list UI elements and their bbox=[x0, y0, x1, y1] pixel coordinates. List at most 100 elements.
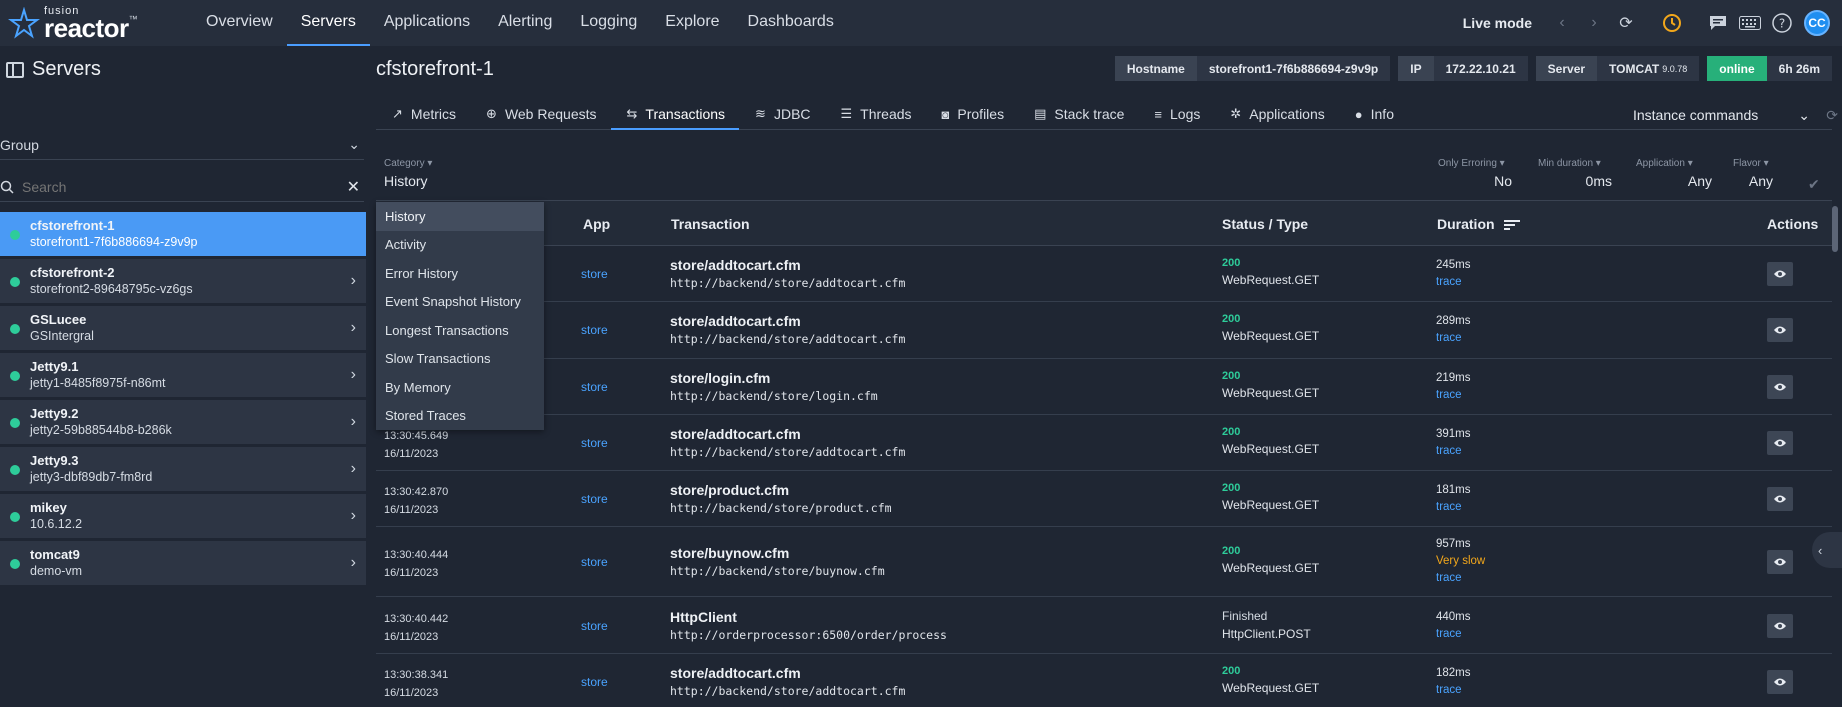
trace-link[interactable]: trace bbox=[1436, 499, 1471, 516]
trace-link[interactable]: trace bbox=[1436, 626, 1471, 643]
server-item[interactable]: Jetty9.3 jetty3-dbf89db7-fm8rd › bbox=[0, 447, 366, 491]
tab-metrics[interactable]: ↗ Metrics bbox=[376, 100, 470, 130]
dropdown-option[interactable]: Activity bbox=[376, 231, 544, 260]
transaction-name[interactable]: store/login.cfm bbox=[670, 370, 878, 386]
dropdown-option[interactable]: Slow Transactions bbox=[376, 345, 544, 374]
instance-commands[interactable]: Instance commands ⌄ bbox=[1633, 100, 1810, 130]
view-button[interactable] bbox=[1767, 262, 1793, 287]
application-filter[interactable]: Application ▾ Any bbox=[1636, 158, 1712, 189]
app-link[interactable]: store bbox=[581, 323, 608, 337]
tab-jdbc[interactable]: ≋ JDBC bbox=[739, 100, 824, 130]
transaction-name[interactable]: store/buynow.cfm bbox=[670, 545, 885, 561]
tab-stack-trace[interactable]: ▤ Stack trace bbox=[1018, 100, 1138, 130]
column-transaction[interactable]: Transaction bbox=[671, 216, 750, 232]
transaction-name[interactable]: store/addtocart.cfm bbox=[670, 665, 905, 681]
nav-alerting[interactable]: Alerting bbox=[484, 0, 566, 46]
nav-applications[interactable]: Applications bbox=[370, 0, 484, 46]
trace-link[interactable]: trace bbox=[1436, 387, 1471, 404]
chat-icon[interactable] bbox=[1702, 7, 1734, 39]
app-link[interactable]: store bbox=[581, 555, 608, 569]
trace-link[interactable]: trace bbox=[1436, 274, 1471, 291]
column-status[interactable]: Status / Type bbox=[1222, 216, 1308, 232]
sort-desc-icon[interactable] bbox=[1504, 219, 1521, 231]
table-row[interactable]: 13:30:38.341 16/11/2023 store store/addtoca… bbox=[376, 654, 1832, 707]
trace-link[interactable]: trace bbox=[1436, 330, 1471, 347]
tab-web-requests[interactable]: ⊕ Web Requests bbox=[470, 100, 610, 130]
nav-servers[interactable]: Servers bbox=[286, 0, 370, 46]
trace-link[interactable]: trace bbox=[1436, 443, 1471, 460]
min-duration-filter[interactable]: Min duration ▾ 0ms bbox=[1538, 158, 1612, 189]
tab-applications[interactable]: ✲ Applications bbox=[1214, 100, 1338, 130]
chevron-right-icon[interactable]: › bbox=[1578, 7, 1610, 39]
chevron-left-icon[interactable]: ‹ bbox=[1546, 7, 1578, 39]
transaction-name[interactable]: HttpClient bbox=[670, 609, 947, 625]
category-filter[interactable]: Category ▾ History bbox=[384, 158, 432, 189]
table-row[interactable]: store store/login.cfm http://backend/store… bbox=[376, 359, 1832, 415]
table-row[interactable]: 13:30:45.649 16/11/2023 store store/addtoca… bbox=[376, 415, 1832, 472]
only-erroring-filter[interactable]: Only Erroring ▾ No bbox=[1438, 158, 1512, 189]
transaction-name[interactable]: store/product.cfm bbox=[670, 482, 892, 498]
app-link[interactable]: store bbox=[581, 619, 608, 633]
refresh-tab-icon[interactable]: ⟳ bbox=[1826, 100, 1838, 130]
user-avatar[interactable]: CC bbox=[1804, 10, 1830, 36]
apply-filter-icon[interactable]: ✔ bbox=[1808, 176, 1820, 193]
search-input[interactable] bbox=[22, 178, 322, 195]
app-link[interactable]: store bbox=[581, 675, 608, 689]
panel-toggle-icon[interactable] bbox=[6, 61, 24, 78]
view-button[interactable] bbox=[1767, 431, 1793, 456]
view-button[interactable] bbox=[1767, 487, 1793, 512]
keyboard-icon[interactable] bbox=[1734, 7, 1766, 39]
app-link[interactable]: store bbox=[581, 380, 608, 394]
tab-threads[interactable]: ☰ Threads bbox=[825, 100, 926, 130]
table-scrollbar[interactable] bbox=[1832, 206, 1838, 252]
nav-overview[interactable]: Overview bbox=[192, 0, 287, 46]
clear-search-icon[interactable]: ✕ bbox=[347, 177, 360, 197]
server-item[interactable]: Jetty9.1 jetty1-8485f8975f-n86mt › bbox=[0, 353, 366, 397]
dropdown-option[interactable]: History bbox=[376, 202, 544, 231]
view-button[interactable] bbox=[1767, 669, 1793, 694]
flavor-filter[interactable]: Flavor ▾ Any bbox=[1733, 158, 1773, 189]
nav-logging[interactable]: Logging bbox=[566, 0, 651, 46]
table-row[interactable]: 13:30:40.444 16/11/2023 store store/buynow.… bbox=[376, 527, 1832, 598]
trace-link[interactable]: trace bbox=[1436, 570, 1485, 587]
server-item[interactable]: cfstorefront-2 storefront2-89648795c-vz6g… bbox=[0, 259, 366, 303]
tab-transactions[interactable]: ⇆ Transactions bbox=[610, 100, 740, 130]
app-link[interactable]: store bbox=[581, 492, 608, 506]
view-button[interactable] bbox=[1767, 550, 1793, 575]
clock-icon[interactable] bbox=[1656, 7, 1688, 39]
table-row[interactable]: store store/addtocart.cfm http://backend/s… bbox=[376, 246, 1832, 303]
column-duration[interactable]: Duration bbox=[1437, 216, 1521, 232]
app-link[interactable]: store bbox=[581, 436, 608, 450]
view-button[interactable] bbox=[1767, 613, 1793, 638]
dropdown-option[interactable]: Stored Traces bbox=[376, 402, 544, 431]
server-item[interactable]: mikey 10.6.12.2 › bbox=[0, 494, 366, 538]
group-select[interactable]: Group ⌄ bbox=[0, 130, 364, 160]
fusionreactor-logo[interactable]: fusion reactor™ bbox=[0, 0, 170, 46]
app-link[interactable]: store bbox=[581, 267, 608, 281]
server-item[interactable]: GSLucee GSIntergral › bbox=[0, 306, 366, 350]
collapse-panel-handle[interactable]: ‹ bbox=[1812, 532, 1842, 568]
tab-logs[interactable]: ≡ Logs bbox=[1138, 100, 1214, 130]
trace-link[interactable]: trace bbox=[1436, 682, 1471, 699]
transaction-name[interactable]: store/addtocart.cfm bbox=[670, 426, 905, 442]
column-app[interactable]: App bbox=[583, 216, 610, 232]
tab-profiles[interactable]: ◙ Profiles bbox=[926, 100, 1019, 130]
table-row[interactable]: store store/addtocart.cfm http://backend/s… bbox=[376, 302, 1832, 359]
server-item[interactable]: Jetty9.2 jetty2-59b88544b8-b286k › bbox=[0, 400, 366, 444]
help-icon[interactable]: ? bbox=[1766, 7, 1798, 39]
dropdown-option[interactable]: Event Snapshot History bbox=[376, 288, 544, 317]
server-item[interactable]: cfstorefront-1 storefront1-7f6b886694-z9v… bbox=[0, 212, 366, 256]
table-row[interactable]: 13:30:42.870 16/11/2023 store store/product… bbox=[376, 471, 1832, 528]
refresh-icon[interactable]: ⟳ bbox=[1610, 7, 1642, 39]
dropdown-option[interactable]: Longest Transactions bbox=[376, 316, 544, 345]
dropdown-option[interactable]: By Memory bbox=[376, 373, 544, 402]
view-button[interactable] bbox=[1767, 318, 1793, 343]
nav-dashboards[interactable]: Dashboards bbox=[734, 0, 848, 46]
dropdown-option[interactable]: Error History bbox=[376, 259, 544, 288]
table-row[interactable]: 13:30:40.442 16/11/2023 store HttpClient htt… bbox=[376, 597, 1832, 654]
transaction-name[interactable]: store/addtocart.cfm bbox=[670, 257, 905, 273]
server-item[interactable]: tomcat9 demo-vm › bbox=[0, 541, 366, 585]
tab-info[interactable]: ● Info bbox=[1339, 100, 1408, 130]
nav-explore[interactable]: Explore bbox=[651, 0, 733, 46]
view-button[interactable] bbox=[1767, 374, 1793, 399]
